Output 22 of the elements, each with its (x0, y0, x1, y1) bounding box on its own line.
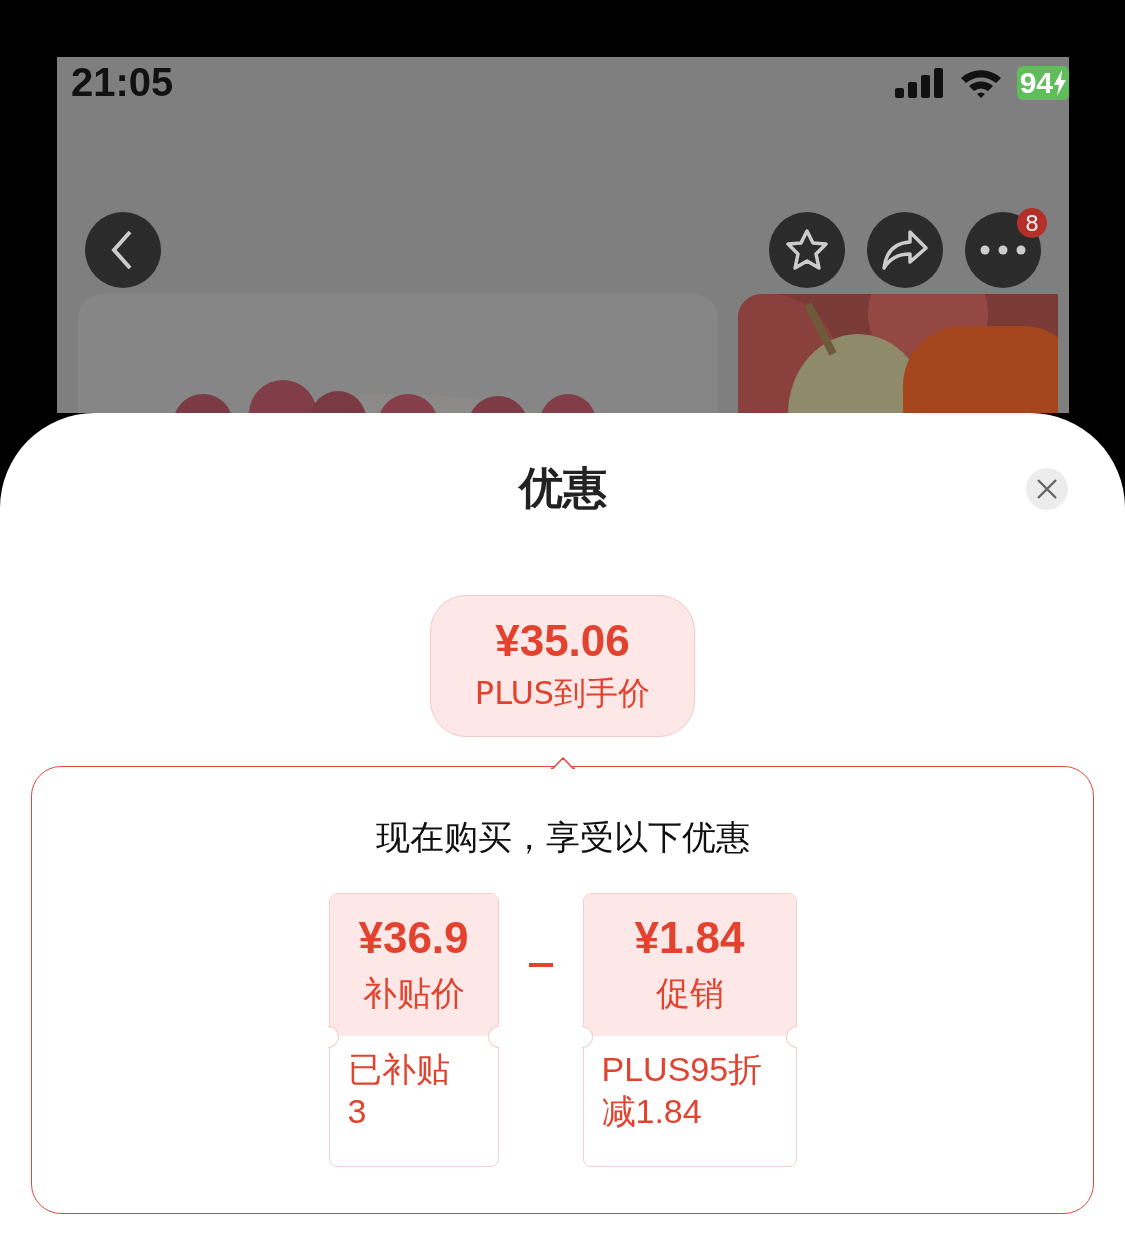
ticket-notch (786, 1026, 797, 1048)
discount-amount: ¥1.84 (634, 913, 745, 963)
sheet-title: 优惠 (518, 461, 607, 515)
more-icon (979, 245, 1027, 255)
status-time: 21:05 (71, 60, 175, 105)
discount-label: 补贴价 (362, 972, 465, 1015)
discount-detail: PLUS95折减1.84 (600, 1049, 764, 1132)
discount-label: 促销 (655, 972, 724, 1015)
discount-amount: ¥36.9 (358, 913, 469, 963)
final-price-label: PLUS到手价 (474, 673, 651, 714)
share-icon (880, 228, 930, 272)
close-button[interactable] (1026, 468, 1068, 510)
minus-icon (528, 963, 553, 967)
discount-heading: 现在购买，享受以下优惠 (375, 816, 750, 859)
notification-badge: 8 (1017, 208, 1047, 238)
battery-indicator: 94 (1016, 65, 1069, 100)
ticket-notch (488, 1026, 499, 1048)
close-icon (1036, 478, 1058, 500)
final-price: ¥35.06 (495, 616, 630, 666)
discount-detail: 已补贴3 (346, 1049, 451, 1132)
star-icon (784, 227, 830, 273)
signal-icon (894, 67, 945, 98)
